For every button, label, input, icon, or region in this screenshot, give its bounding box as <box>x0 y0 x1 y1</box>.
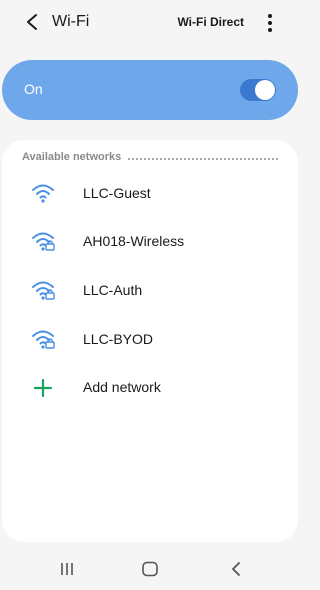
network-item[interactable]: LLC-BYOD <box>2 322 298 358</box>
network-name: LLC-Guest <box>83 185 151 201</box>
available-networks-header: Available networks <box>22 151 122 163</box>
master-toggle-label: On <box>24 81 43 97</box>
plus-icon <box>33 378 53 398</box>
recent-apps-icon <box>61 563 73 575</box>
wifi-lock-icon <box>32 281 55 300</box>
back-arrow-icon <box>27 14 37 30</box>
network-item[interactable]: LLC-Guest <box>2 176 298 212</box>
wifi-master-toggle-card[interactable]: On <box>2 60 298 120</box>
network-item[interactable]: AH018-Wireless <box>2 224 298 260</box>
wifi-direct-button[interactable]: Wi-Fi Direct <box>177 15 244 29</box>
network-name: LLC-Auth <box>83 282 143 298</box>
toggle-knob <box>255 80 275 100</box>
network-name: AH018-Wireless <box>83 233 185 249</box>
available-networks-card: Available networks LLC-Guest AH018-Wirel… <box>2 140 298 542</box>
network-name: LLC-BYOD <box>83 331 154 347</box>
system-nav-bar <box>0 548 300 590</box>
add-network-label: Add network <box>83 379 161 395</box>
page-title: Wi-Fi <box>52 13 90 30</box>
more-vertical-icon <box>268 14 272 18</box>
home-icon <box>142 561 158 577</box>
wifi-icon <box>32 184 54 203</box>
top-app-bar: Wi-Fi Wi-Fi Direct <box>0 0 300 46</box>
add-network-item[interactable]: Add network <box>2 370 298 406</box>
home-button[interactable] <box>138 558 162 580</box>
section-divider <box>128 158 278 160</box>
nav-back-button[interactable] <box>224 558 248 580</box>
recent-apps-button[interactable] <box>55 558 79 580</box>
wifi-toggle-switch[interactable] <box>240 79 276 101</box>
wifi-lock-icon <box>32 232 55 251</box>
back-button[interactable] <box>20 10 44 34</box>
wifi-lock-icon <box>32 330 55 349</box>
back-icon <box>232 562 240 576</box>
network-item[interactable]: LLC-Auth <box>2 273 298 309</box>
more-options-button[interactable] <box>262 12 278 34</box>
